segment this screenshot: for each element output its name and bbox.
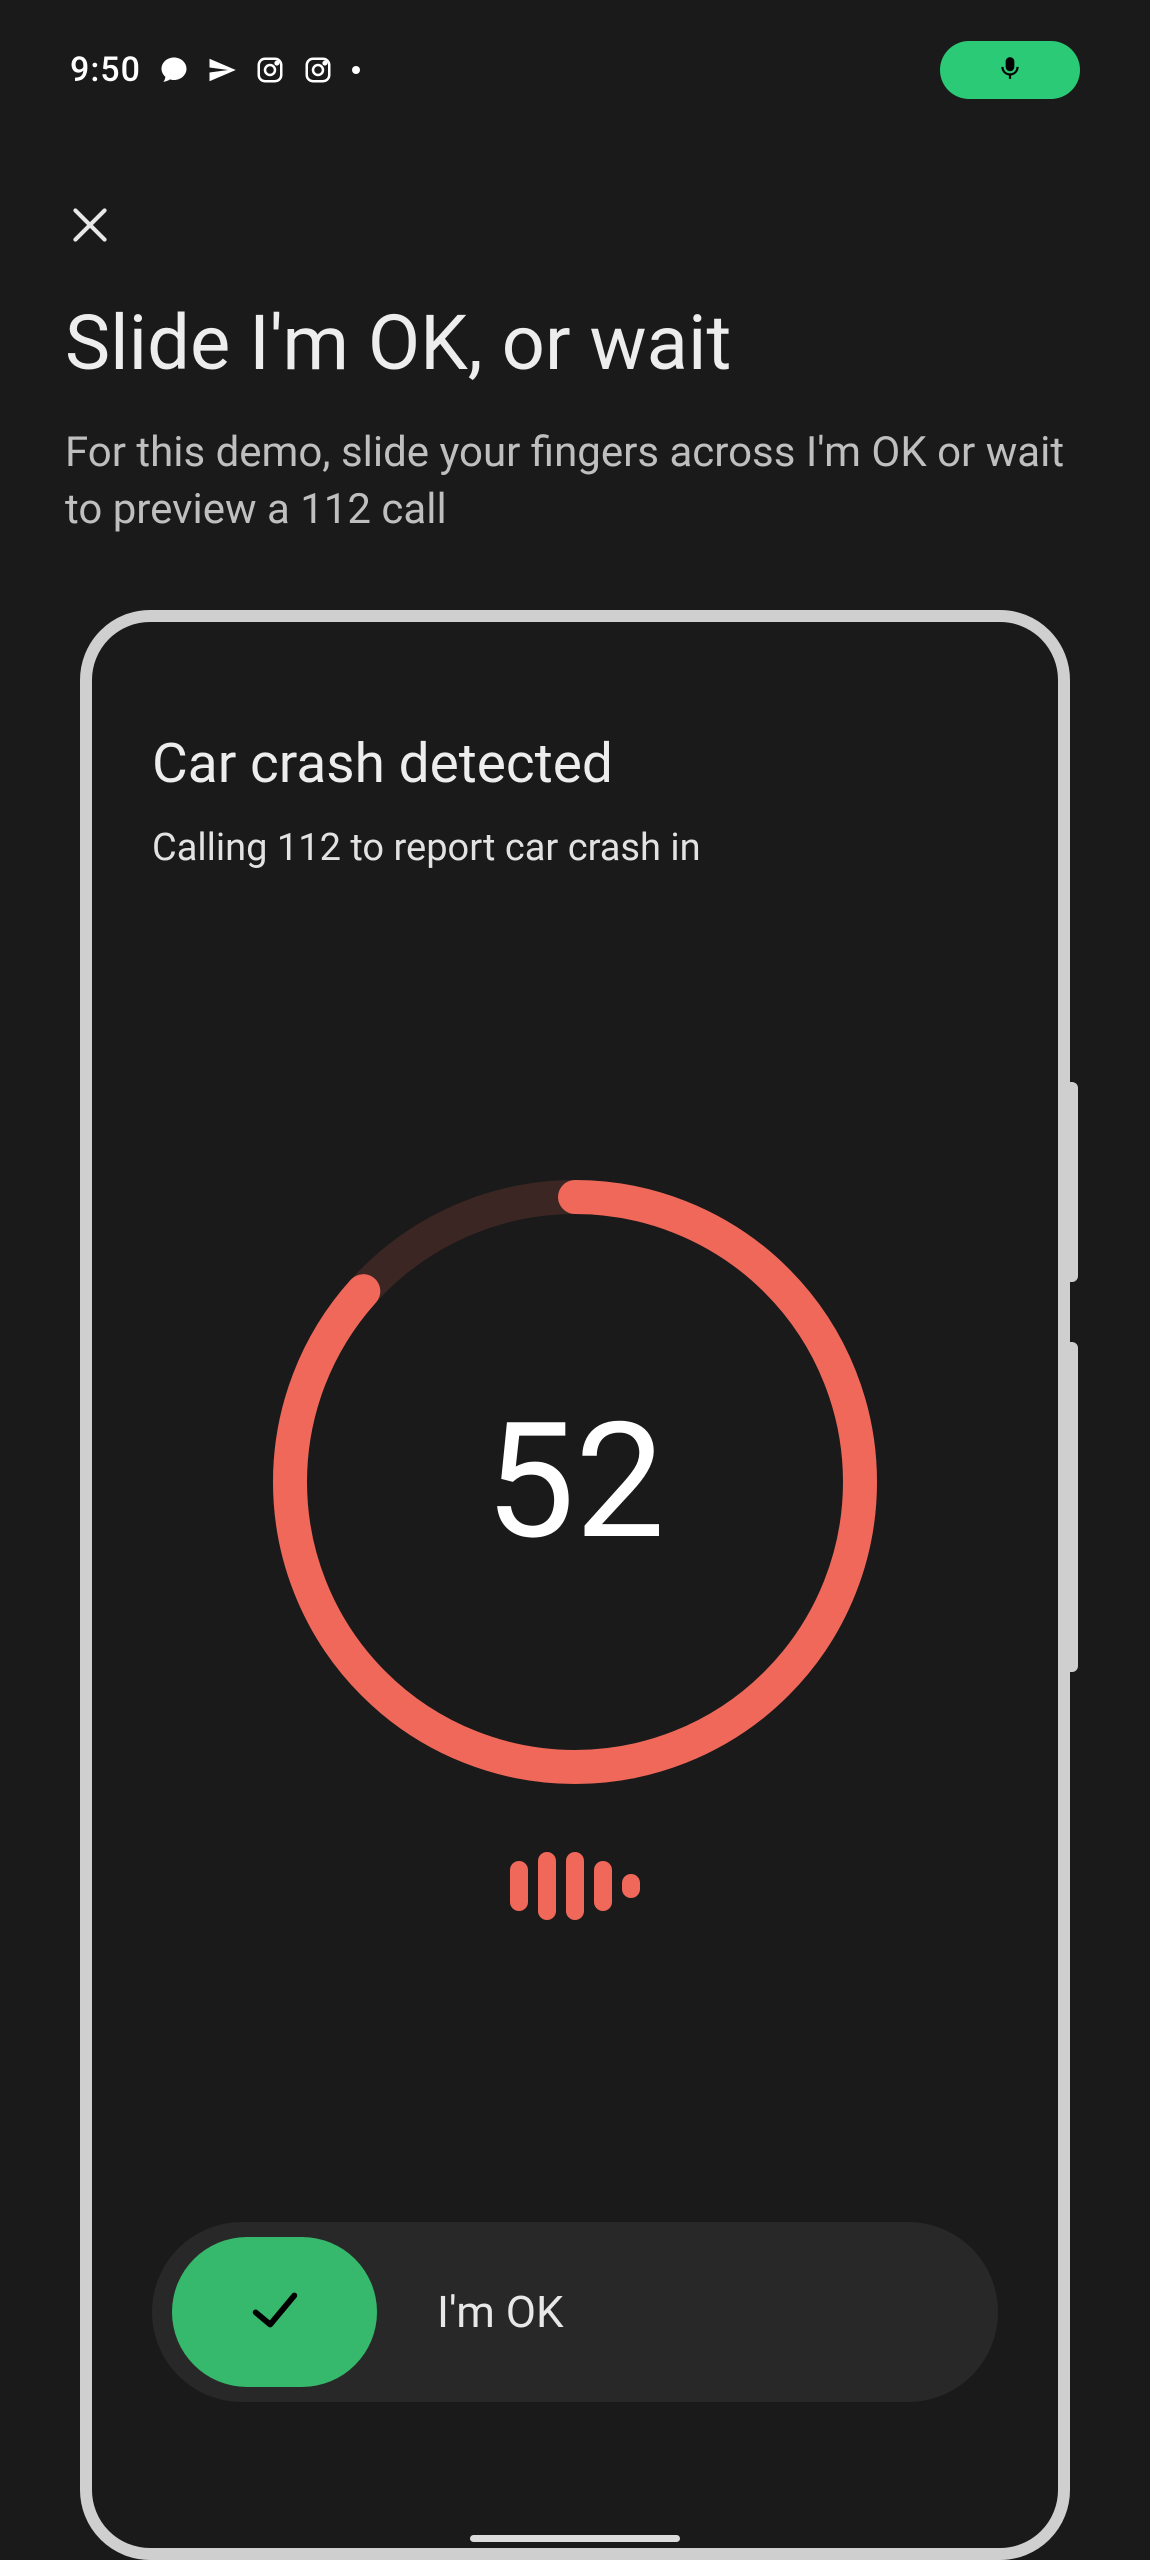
- page-subtitle: For this demo, slide your fingers across…: [65, 425, 1085, 538]
- chat-icon: [159, 55, 189, 85]
- countdown-ring: 52: [265, 1172, 885, 1792]
- close-button[interactable]: [65, 235, 115, 254]
- wave-bar: [566, 1852, 584, 1920]
- panel-title: Car crash detected: [152, 732, 998, 796]
- phone-mockup: Car crash detected Calling 112 to report…: [80, 610, 1070, 2560]
- page-header: Slide I'm OK, or wait For this demo, sli…: [65, 300, 1085, 539]
- mic-icon: [997, 55, 1023, 85]
- phone-side-button: [1060, 1342, 1078, 1672]
- close-icon: [65, 235, 115, 254]
- audio-wave-icon: [510, 1852, 640, 1920]
- wave-bar: [510, 1861, 528, 1911]
- phone-side-button: [1060, 1082, 1078, 1282]
- countdown-value: 52: [265, 1172, 885, 1792]
- home-indicator[interactable]: [470, 2535, 680, 2542]
- wave-bar: [538, 1852, 556, 1920]
- status-time: 9:50: [70, 50, 141, 90]
- panel-subtitle: Calling 112 to report car crash in: [152, 826, 998, 870]
- status-bar: 9:50: [0, 0, 1150, 140]
- instagram-icon: [255, 55, 285, 85]
- slider-label: I'm OK: [437, 2286, 564, 2338]
- slider-thumb[interactable]: [172, 2237, 377, 2387]
- status-left: 9:50: [70, 50, 361, 90]
- dot-icon: [351, 65, 361, 75]
- check-icon: [246, 2281, 304, 2343]
- wave-bar: [622, 1874, 640, 1898]
- paper-plane-icon: [207, 55, 237, 85]
- wave-bar: [594, 1861, 612, 1911]
- im-ok-slider[interactable]: I'm OK: [152, 2222, 998, 2402]
- crash-panel: Car crash detected Calling 112 to report…: [92, 622, 1058, 870]
- page-title: Slide I'm OK, or wait: [65, 300, 1085, 387]
- mic-indicator[interactable]: [940, 41, 1080, 99]
- instagram-icon: [303, 55, 333, 85]
